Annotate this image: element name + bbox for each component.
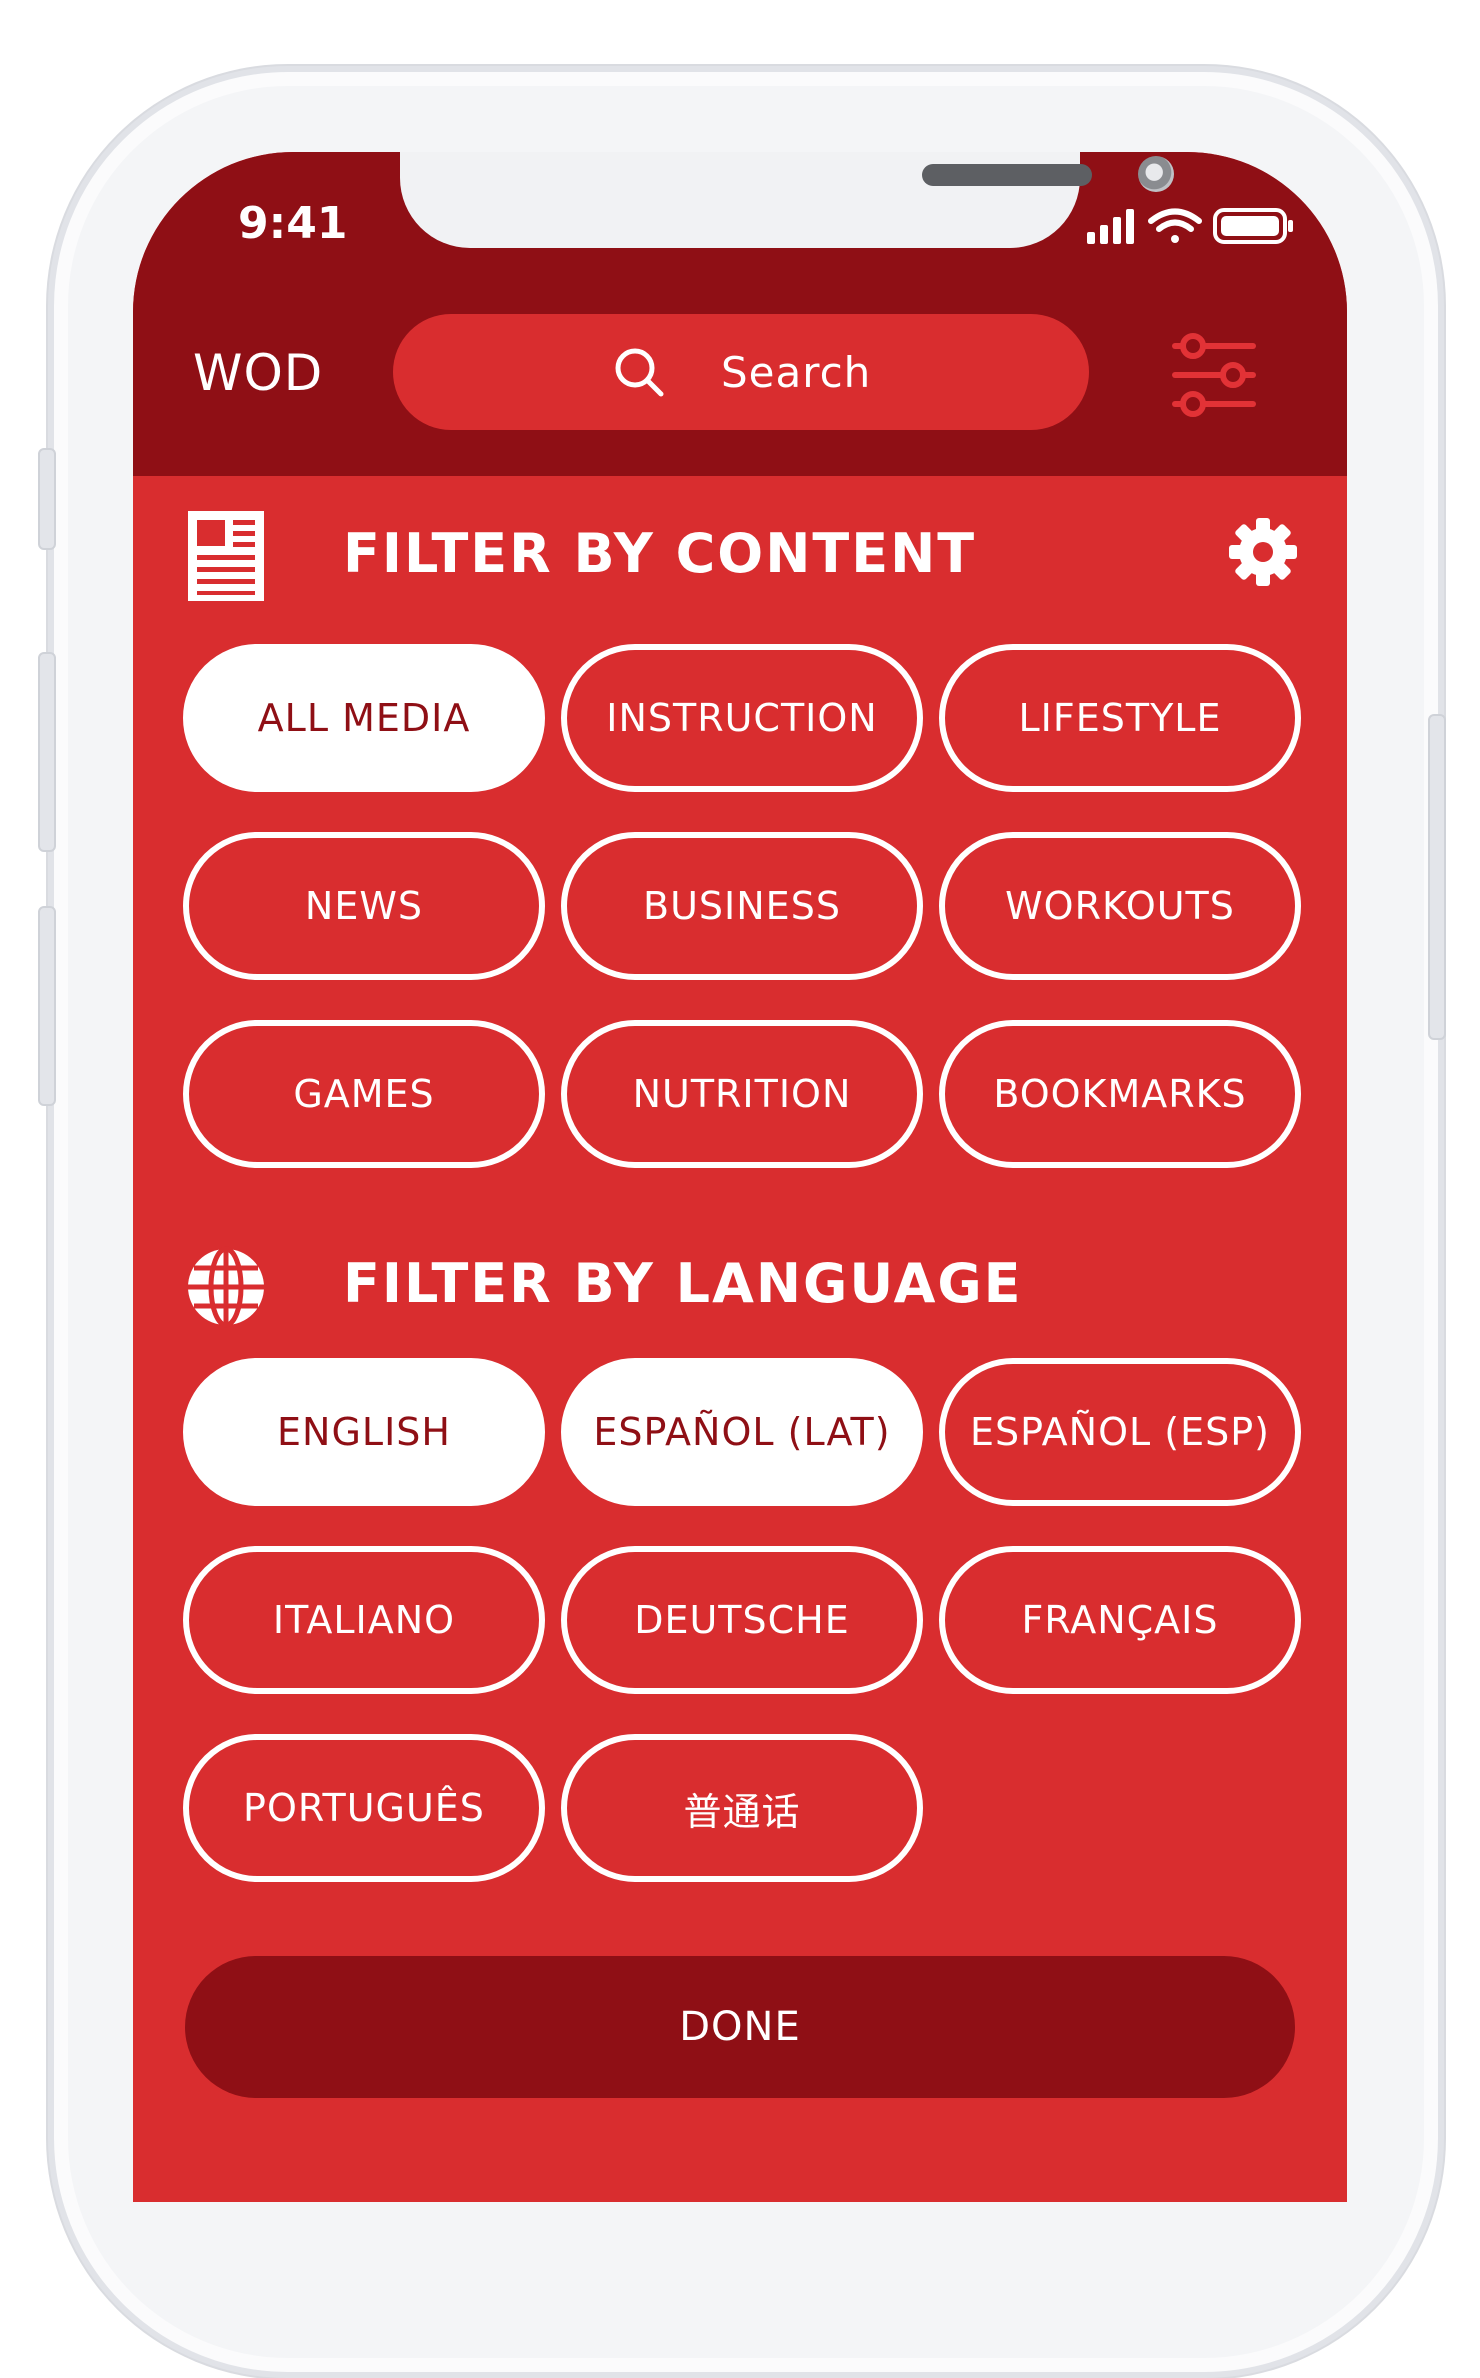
speaker-grille: [922, 164, 1092, 186]
search-bar[interactable]: Search: [393, 314, 1089, 430]
chip-espanol-lat[interactable]: ESPAÑOL (LAT): [561, 1358, 923, 1506]
volume-down-button: [38, 906, 56, 1106]
device-notch: [400, 152, 1174, 248]
content-filter-title: FILTER BY CONTENT: [343, 522, 977, 585]
app-screen: 9:41 WOD Search FILTER BY CONTENT ALL ME…: [133, 152, 1347, 2202]
status-icons: [1087, 208, 1293, 244]
chip-games[interactable]: GAMES: [183, 1020, 545, 1168]
filter-sliders-icon[interactable]: [1171, 332, 1257, 418]
done-button[interactable]: DONE: [185, 1956, 1295, 2098]
mute-switch: [38, 448, 56, 550]
power-button: [1428, 714, 1446, 1040]
chip-instruction[interactable]: INSTRUCTION: [561, 644, 923, 792]
language-filter-title: FILTER BY LANGUAGE: [343, 1252, 1023, 1315]
chip-bookmarks[interactable]: BOOKMARKS: [939, 1020, 1301, 1168]
newspaper-icon: [188, 511, 264, 601]
chip-news[interactable]: NEWS: [183, 832, 545, 980]
app-title: WOD: [193, 344, 324, 402]
chip-nutrition[interactable]: NUTRITION: [561, 1020, 923, 1168]
status-time: 9:41: [238, 198, 348, 249]
chip-business[interactable]: BUSINESS: [561, 832, 923, 980]
chip-deutsche[interactable]: DEUTSCHE: [561, 1546, 923, 1694]
signal-icon: [1087, 209, 1134, 244]
chip-espanol-esp[interactable]: ESPAÑOL (ESP): [939, 1358, 1301, 1506]
chip-lifestyle[interactable]: LIFESTYLE: [939, 644, 1301, 792]
chip-all-media[interactable]: ALL MEDIA: [183, 644, 545, 792]
volume-up-button: [38, 652, 56, 852]
search-input[interactable]: Search: [721, 348, 871, 397]
chip-italiano[interactable]: ITALIANO: [183, 1546, 545, 1694]
gear-icon[interactable]: [1227, 516, 1299, 588]
chip-francais[interactable]: FRANÇAIS: [939, 1546, 1301, 1694]
wifi-icon: [1148, 208, 1202, 243]
chip-portugues[interactable]: PORTUGUÊS: [183, 1734, 545, 1882]
chip-workouts[interactable]: WORKOUTS: [939, 832, 1301, 980]
chip-mandarin[interactable]: 普通话: [561, 1734, 923, 1882]
front-camera: [1138, 156, 1174, 192]
battery-icon: [1213, 208, 1293, 244]
chip-english[interactable]: ENGLISH: [183, 1358, 545, 1506]
search-icon: [615, 348, 664, 397]
globe-icon: [188, 1246, 264, 1328]
